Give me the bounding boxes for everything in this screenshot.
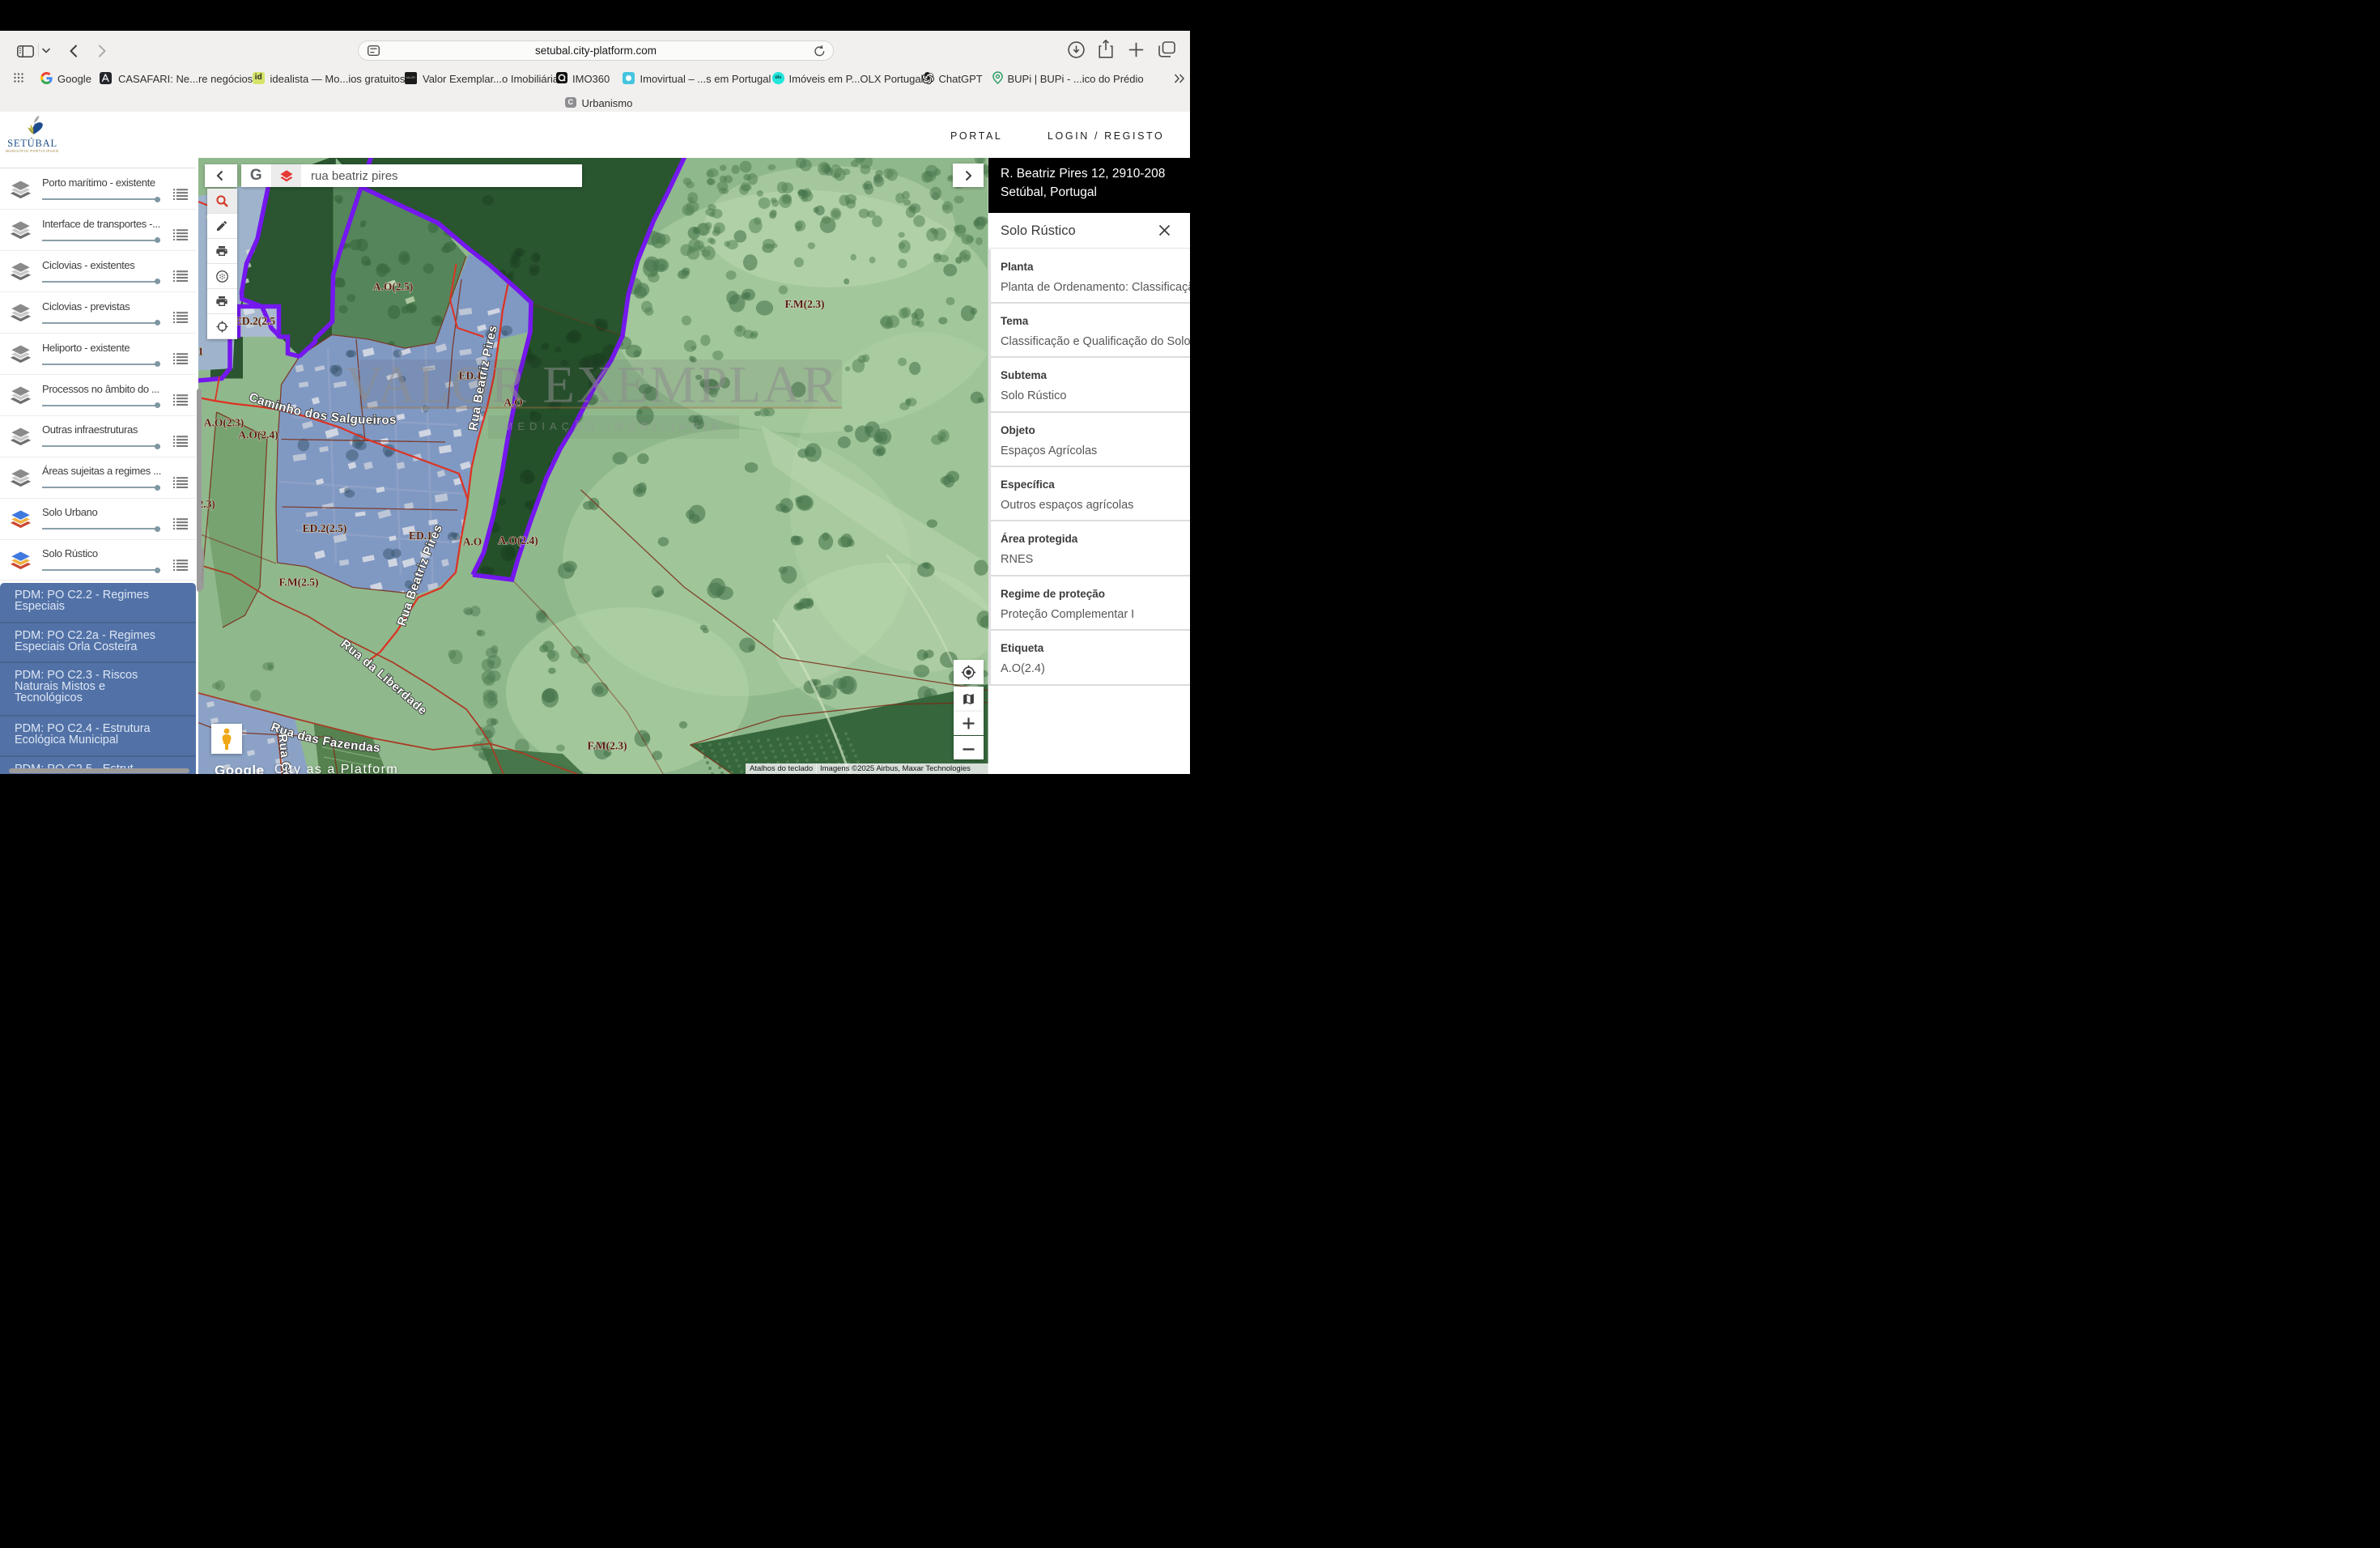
svg-text:VALOR EXEMPLAR: VALOR EXEMPLAR [345,356,839,415]
svg-text:F.M(2.3): F.M(2.3) [588,740,627,752]
svg-text:A.O: A.O [463,536,482,548]
svg-text:A.O(2.3): A.O(2.3) [204,417,244,429]
svg-text:ED.1: ED.1 [459,370,482,382]
svg-text:ED.2(2.5): ED.2(2.5) [303,522,347,534]
svg-text:A.O(2.4): A.O(2.4) [238,429,278,441]
svg-text:A.O(2.5): A.O(2.5) [373,281,414,293]
svg-text:A.O(2.4): A.O(2.4) [498,534,538,546]
svg-text:1: 1 [198,346,204,358]
svg-text:ED.1: ED.1 [409,529,432,542]
svg-text:MEDIAÇÃO IMOBILIÁRIA: MEDIAÇÃO IMOBILIÁRIA [504,420,724,432]
svg-text:F.M(2.3): F.M(2.3) [785,298,825,310]
svg-text:F.M(2.5): F.M(2.5) [279,576,319,589]
svg-text:A.O: A.O [504,397,523,409]
svg-text:ED.2(2.5: ED.2(2.5 [235,315,275,327]
